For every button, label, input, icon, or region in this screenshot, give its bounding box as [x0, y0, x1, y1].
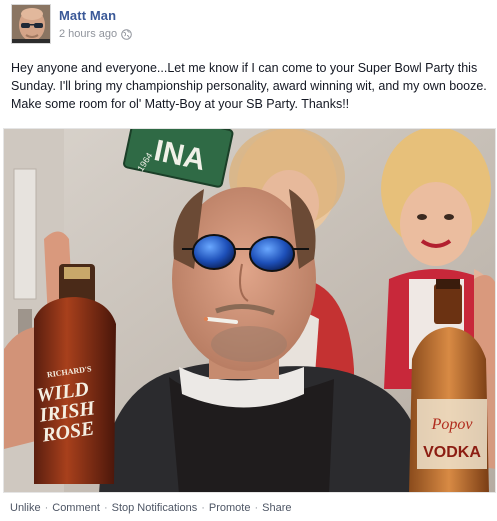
- stop-notifications-link[interactable]: Stop Notifications: [112, 502, 198, 514]
- avatar-photo: [12, 5, 50, 43]
- photo-scene: INA 1964 RICHARD'S WILD IRISH ROSE Popov…: [4, 129, 495, 492]
- post-header: Matt Man 2 hours ago: [11, 4, 481, 44]
- unlike-link[interactable]: Unlike: [10, 502, 41, 514]
- post-actions: Unlike · Comment · Stop Notifications · …: [10, 502, 292, 514]
- promote-link[interactable]: Promote: [209, 502, 251, 514]
- action-separator: ·: [44, 502, 49, 514]
- action-separator: ·: [254, 502, 259, 514]
- avatar[interactable]: [11, 4, 51, 44]
- share-link[interactable]: Share: [262, 502, 291, 514]
- globe-icon[interactable]: [121, 28, 132, 40]
- action-separator: ·: [201, 502, 205, 514]
- bottle-right-type: VODKA: [423, 444, 481, 461]
- feed-post: Matt Man 2 hours ago Hey anyone and ever…: [0, 0, 497, 521]
- post-text: Hey anyone and everyone...Let me know if…: [11, 61, 487, 111]
- post-timestamp[interactable]: 2 hours ago: [59, 28, 117, 40]
- post-meta: 2 hours ago: [59, 28, 132, 40]
- action-separator: ·: [103, 502, 108, 514]
- author-name[interactable]: Matt Man: [59, 8, 116, 23]
- post-photo[interactable]: INA 1964 RICHARD'S WILD IRISH ROSE Popov…: [3, 128, 496, 493]
- bottle-right-brand: Popov: [431, 416, 474, 433]
- comment-link[interactable]: Comment: [52, 502, 100, 514]
